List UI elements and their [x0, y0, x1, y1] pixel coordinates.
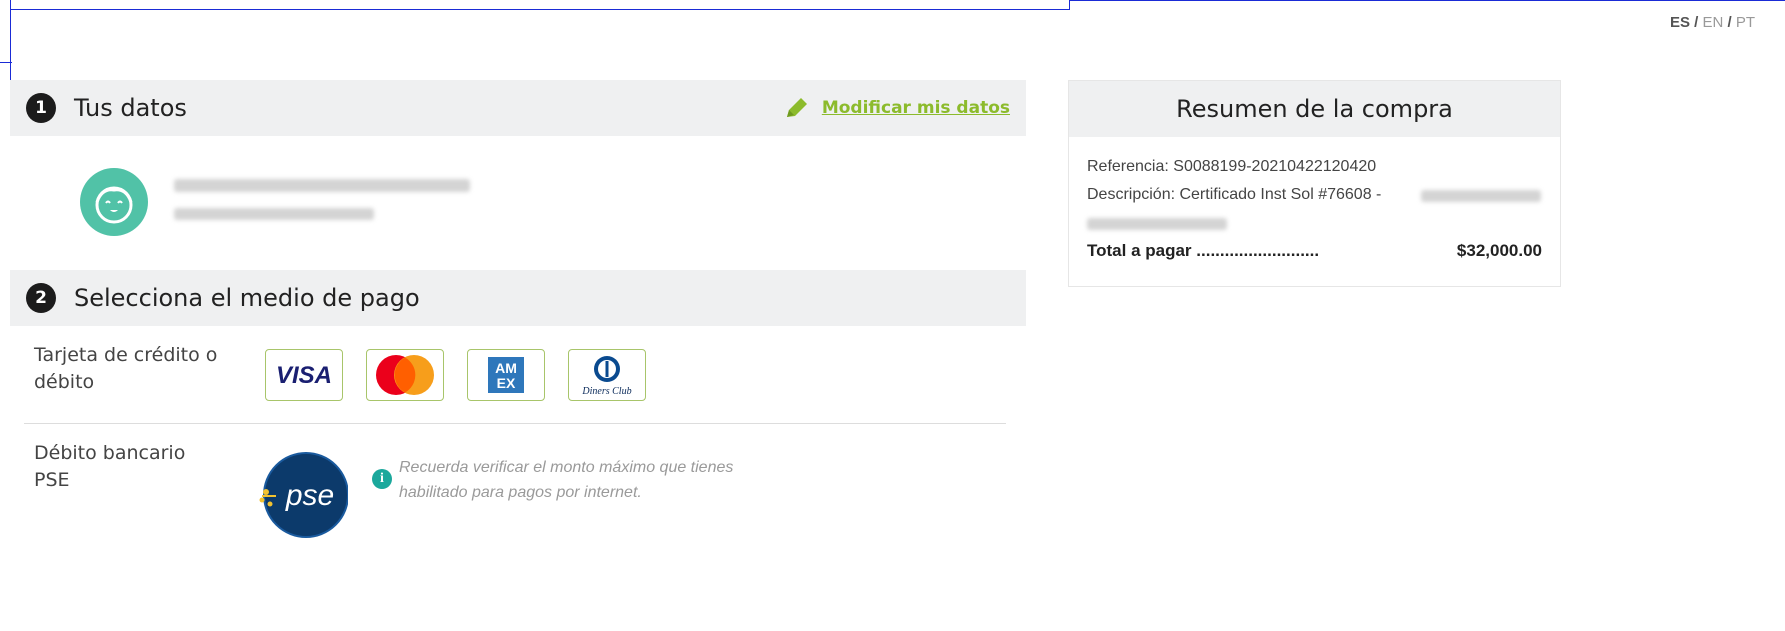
avatar [80, 168, 148, 236]
step-number-2: 2 [26, 283, 56, 313]
language-switcher: ES / EN / PT [1670, 14, 1755, 31]
summary-description: Descripción: Certificado Inst Sol #76608… [1087, 186, 1382, 203]
svg-text:Diners Club: Diners Club [581, 386, 631, 397]
pse-info-line2: habilitado para pagos por internet. [399, 483, 642, 501]
amex-card-option[interactable]: AM EX [467, 349, 545, 401]
total-value: $32,000.00 [1456, 241, 1542, 260]
pse-logo-icon: pse [259, 452, 349, 538]
window-frame-top [10, 0, 1070, 10]
description-blurred-line2 [1087, 218, 1227, 230]
section-header-medio-pago: 2 Selecciona el medio de pago [10, 270, 1026, 326]
pse-payment-label-line1: Débito bancario [34, 442, 186, 464]
info-icon: i [372, 469, 392, 489]
lang-pt[interactable]: PT [1736, 14, 1755, 31]
payment-methods-section: Tarjeta de crédito o débito VISA AM EX D… [10, 326, 1026, 631]
user-face-icon [95, 186, 133, 224]
window-frame-tick [0, 62, 12, 63]
svg-text:EX: EX [497, 375, 516, 391]
amex-icon: AM EX [488, 357, 524, 393]
card-payment-label-line2: débito [34, 370, 95, 393]
lang-separator: / [1727, 14, 1736, 31]
window-frame-right [1070, 0, 1785, 10]
mastercard-icon [376, 355, 434, 395]
pencil-icon [786, 98, 807, 117]
card-payment-label: Tarjeta de crédito o débito [34, 342, 217, 395]
summary-title: Resumen de la compra [1069, 81, 1560, 137]
section-header-tus-datos: 1 Tus datos Modificar mis datos [10, 80, 1026, 136]
user-data-section [10, 136, 1026, 270]
svg-text:AM: AM [495, 360, 517, 376]
checkout-panel: 1 Tus datos Modificar mis datos 2 Selecc… [10, 80, 1026, 631]
section-title-medio-pago: Selecciona el medio de pago [74, 284, 420, 312]
svg-text:pse: pse [285, 479, 334, 512]
total-row: Total a pagar ..........................… [1087, 241, 1542, 261]
visa-icon: VISA [276, 362, 332, 389]
total-label-text: Total a pagar [1087, 241, 1192, 260]
card-payment-label-line1: Tarjeta de crédito o [34, 344, 218, 366]
modify-data-label: Modificar mis datos [821, 98, 1010, 118]
diners-card-option[interactable]: Diners Club [568, 349, 646, 401]
lang-es[interactable]: ES [1670, 14, 1690, 31]
description-blurred-part [1421, 190, 1541, 202]
mastercard-card-option[interactable] [366, 349, 444, 401]
lang-en[interactable]: EN [1702, 14, 1723, 31]
summary-reference: Referencia: S0088199-20210422120420 [1087, 158, 1377, 175]
pse-option[interactable]: pse [258, 452, 349, 538]
total-dots: .......................... [1196, 241, 1320, 260]
visa-card-option[interactable]: VISA [265, 349, 343, 401]
user-email-blurred [174, 208, 374, 220]
purchase-summary: Resumen de la compra Referencia: S008819… [1068, 80, 1561, 287]
step-number-1: 1 [26, 93, 56, 123]
user-name-blurred [174, 179, 470, 192]
payment-divider [24, 423, 1006, 424]
pse-payment-label: Débito bancario PSE [34, 440, 185, 493]
total-label: Total a pagar .......................... [1087, 241, 1319, 261]
modify-data-link[interactable]: Modificar mis datos [784, 96, 1010, 120]
pse-payment-label-line2: PSE [34, 468, 70, 491]
diners-club-icon: Diners Club [581, 356, 632, 397]
section-title-tus-datos: Tus datos [74, 94, 187, 122]
svg-text:VISA: VISA [276, 362, 332, 389]
pse-info-message: Recuerda verificar el monto máximo que t… [399, 456, 733, 506]
pse-info-line1: Recuerda verificar el monto máximo que t… [399, 459, 734, 476]
